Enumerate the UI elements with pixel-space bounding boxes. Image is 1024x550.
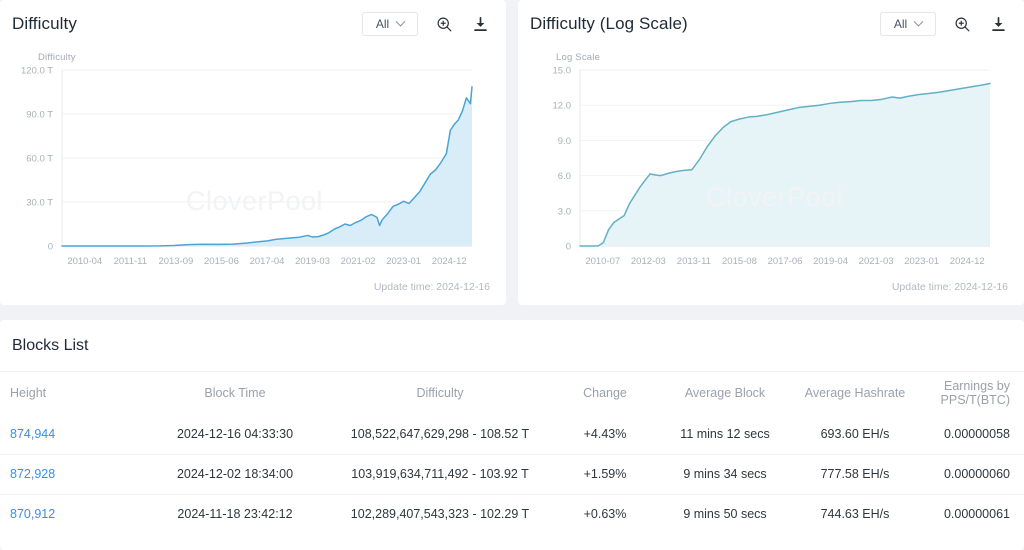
table-row: 874,944 2024-12-16 04:33:30 108,522,647,… — [0, 414, 1024, 454]
cell-earnings: 0.00000058 — [920, 414, 1024, 454]
column-header-block-time: Block Time — [140, 372, 330, 414]
download-icon[interactable] — [988, 14, 1008, 34]
svg-text:0: 0 — [48, 242, 53, 253]
block-height-link[interactable]: 870,912 — [10, 507, 55, 521]
cell-average-hashrate: 777.58 EH/s — [790, 454, 920, 494]
svg-text:2013-09: 2013-09 — [158, 256, 193, 267]
svg-text:2024-12: 2024-12 — [432, 256, 467, 267]
range-select-difficulty[interactable]: All — [362, 12, 418, 36]
svg-text:2021-03: 2021-03 — [859, 256, 894, 267]
log-plot: Log Scale CloverPool 15.012.09.06.03.002… — [518, 48, 1024, 300]
column-header-average-hashrate: Average Hashrate — [790, 372, 920, 414]
chevron-down-icon — [396, 16, 406, 26]
range-select-log[interactable]: All — [880, 12, 936, 36]
zoom-in-icon[interactable] — [952, 14, 972, 34]
cell-block-time: 2024-12-02 18:34:00 — [140, 454, 330, 494]
zoom-in-icon[interactable] — [434, 14, 454, 34]
block-height-link[interactable]: 872,928 — [10, 467, 55, 481]
svg-text:30.0 T: 30.0 T — [26, 198, 53, 209]
blocks-list-card: Blocks List Height Block Time Difficulty… — [0, 320, 1024, 550]
column-header-height: Height — [0, 372, 140, 414]
log-chart-header: Difficulty (Log Scale) All — [518, 0, 1024, 48]
svg-text:3.0: 3.0 — [558, 206, 571, 217]
cell-average-block: 9 mins 50 secs — [660, 494, 790, 534]
page-title: Difficulty — [12, 14, 77, 34]
table-header-row: Height Block Time Difficulty Change Aver… — [0, 372, 1024, 414]
svg-text:2013-11: 2013-11 — [677, 256, 711, 267]
svg-text:2012-03: 2012-03 — [631, 256, 666, 267]
update-time-label: Update time: 2024-12-16 — [374, 281, 490, 293]
cell-change: +0.63% — [550, 494, 660, 534]
column-header-change: Change — [550, 372, 660, 414]
log-chart-svg: 15.0 12.0 9.0 6.0 3.0 0 2010-07 2012-03 2013-11 2… — [518, 48, 1024, 300]
blocks-table-body: 874,944 2024-12-16 04:33:30 108,522,647,… — [0, 414, 1024, 534]
svg-text:2017-04: 2017-04 — [250, 256, 285, 267]
cell-change: +1.59% — [550, 454, 660, 494]
log-chart-tools: All — [880, 12, 1008, 36]
blocks-table-head: Height Block Time Difficulty Change Aver… — [0, 372, 1024, 414]
column-header-average-block: Average Block — [660, 372, 790, 414]
block-height-link[interactable]: 874,944 — [10, 427, 55, 441]
svg-text:2021-02: 2021-02 — [341, 256, 376, 267]
y-axis-title: Log Scale — [556, 52, 600, 63]
difficulty-chart-tools: All — [362, 12, 490, 36]
blocks-table: Height Block Time Difficulty Change Aver… — [0, 372, 1024, 534]
blocks-list-header: Blocks List — [0, 320, 1024, 372]
log-chart-title: Difficulty (Log Scale) — [530, 14, 688, 34]
cell-average-block: 11 mins 12 secs — [660, 414, 790, 454]
difficulty-page: Difficulty All — [0, 0, 1024, 550]
y-axis-title: Difficulty — [38, 52, 76, 63]
svg-text:6.0: 6.0 — [558, 171, 571, 182]
difficulty-chart-svg: 120.0 T 90.0 T 60.0 T 30.0 T 0 2010-04 2011-11… — [0, 48, 506, 300]
svg-text:2010-07: 2010-07 — [585, 256, 620, 267]
svg-text:9.0: 9.0 — [558, 136, 571, 147]
cell-average-hashrate: 693.60 EH/s — [790, 414, 920, 454]
svg-text:2015-06: 2015-06 — [204, 256, 239, 267]
svg-text:2017-06: 2017-06 — [768, 256, 803, 267]
cell-difficulty: 108,522,647,629,298 - 108.52 T — [330, 414, 550, 454]
svg-text:2011-11: 2011-11 — [114, 256, 147, 267]
cell-average-block: 9 mins 34 secs — [660, 454, 790, 494]
download-icon[interactable] — [470, 14, 490, 34]
svg-text:2019-03: 2019-03 — [295, 256, 330, 267]
svg-text:15.0: 15.0 — [553, 66, 572, 77]
svg-text:2023-01: 2023-01 — [904, 256, 939, 267]
difficulty-chart-header: Difficulty All — [0, 0, 506, 48]
svg-text:2024-12: 2024-12 — [950, 256, 985, 267]
table-row: 870,912 2024-11-18 23:42:12 102,289,407,… — [0, 494, 1024, 534]
column-header-earnings: Earnings by PPS/T(BTC) — [920, 372, 1024, 414]
svg-text:0: 0 — [566, 242, 571, 253]
svg-text:90.0 T: 90.0 T — [26, 110, 53, 121]
chevron-down-icon — [914, 16, 924, 26]
update-time-label: Update time: 2024-12-16 — [892, 281, 1008, 293]
blocks-list-title: Blocks List — [12, 337, 88, 355]
difficulty-plot: Difficulty CloverPool 120.0 T90.0 T60.0 … — [0, 48, 506, 300]
column-header-difficulty: Difficulty — [330, 372, 550, 414]
cell-earnings: 0.00000060 — [920, 454, 1024, 494]
cell-block-time: 2024-12-16 04:33:30 — [140, 414, 330, 454]
cell-difficulty: 103,919,634,711,492 - 103.92 T — [330, 454, 550, 494]
range-select-label: All — [894, 17, 907, 31]
table-row: 872,928 2024-12-02 18:34:00 103,919,634,… — [0, 454, 1024, 494]
svg-text:2015-08: 2015-08 — [722, 256, 757, 267]
svg-text:2010-04: 2010-04 — [67, 256, 102, 267]
cell-average-hashrate: 744.63 EH/s — [790, 494, 920, 534]
range-select-label: All — [376, 17, 389, 31]
svg-text:120.0 T: 120.0 T — [21, 66, 53, 77]
svg-text:12.0: 12.0 — [553, 101, 572, 112]
charts-row: Difficulty All — [0, 0, 1024, 308]
svg-text:2019-04: 2019-04 — [813, 256, 848, 267]
cell-earnings: 0.00000061 — [920, 494, 1024, 534]
cell-change: +4.43% — [550, 414, 660, 454]
svg-text:60.0 T: 60.0 T — [26, 154, 53, 165]
difficulty-log-chart-card: Difficulty (Log Scale) All — [518, 0, 1024, 305]
cell-block-time: 2024-11-18 23:42:12 — [140, 494, 330, 534]
svg-text:2023-01: 2023-01 — [386, 256, 421, 267]
difficulty-chart-card: Difficulty All — [0, 0, 506, 305]
cell-difficulty: 102,289,407,543,323 - 102.29 T — [330, 494, 550, 534]
